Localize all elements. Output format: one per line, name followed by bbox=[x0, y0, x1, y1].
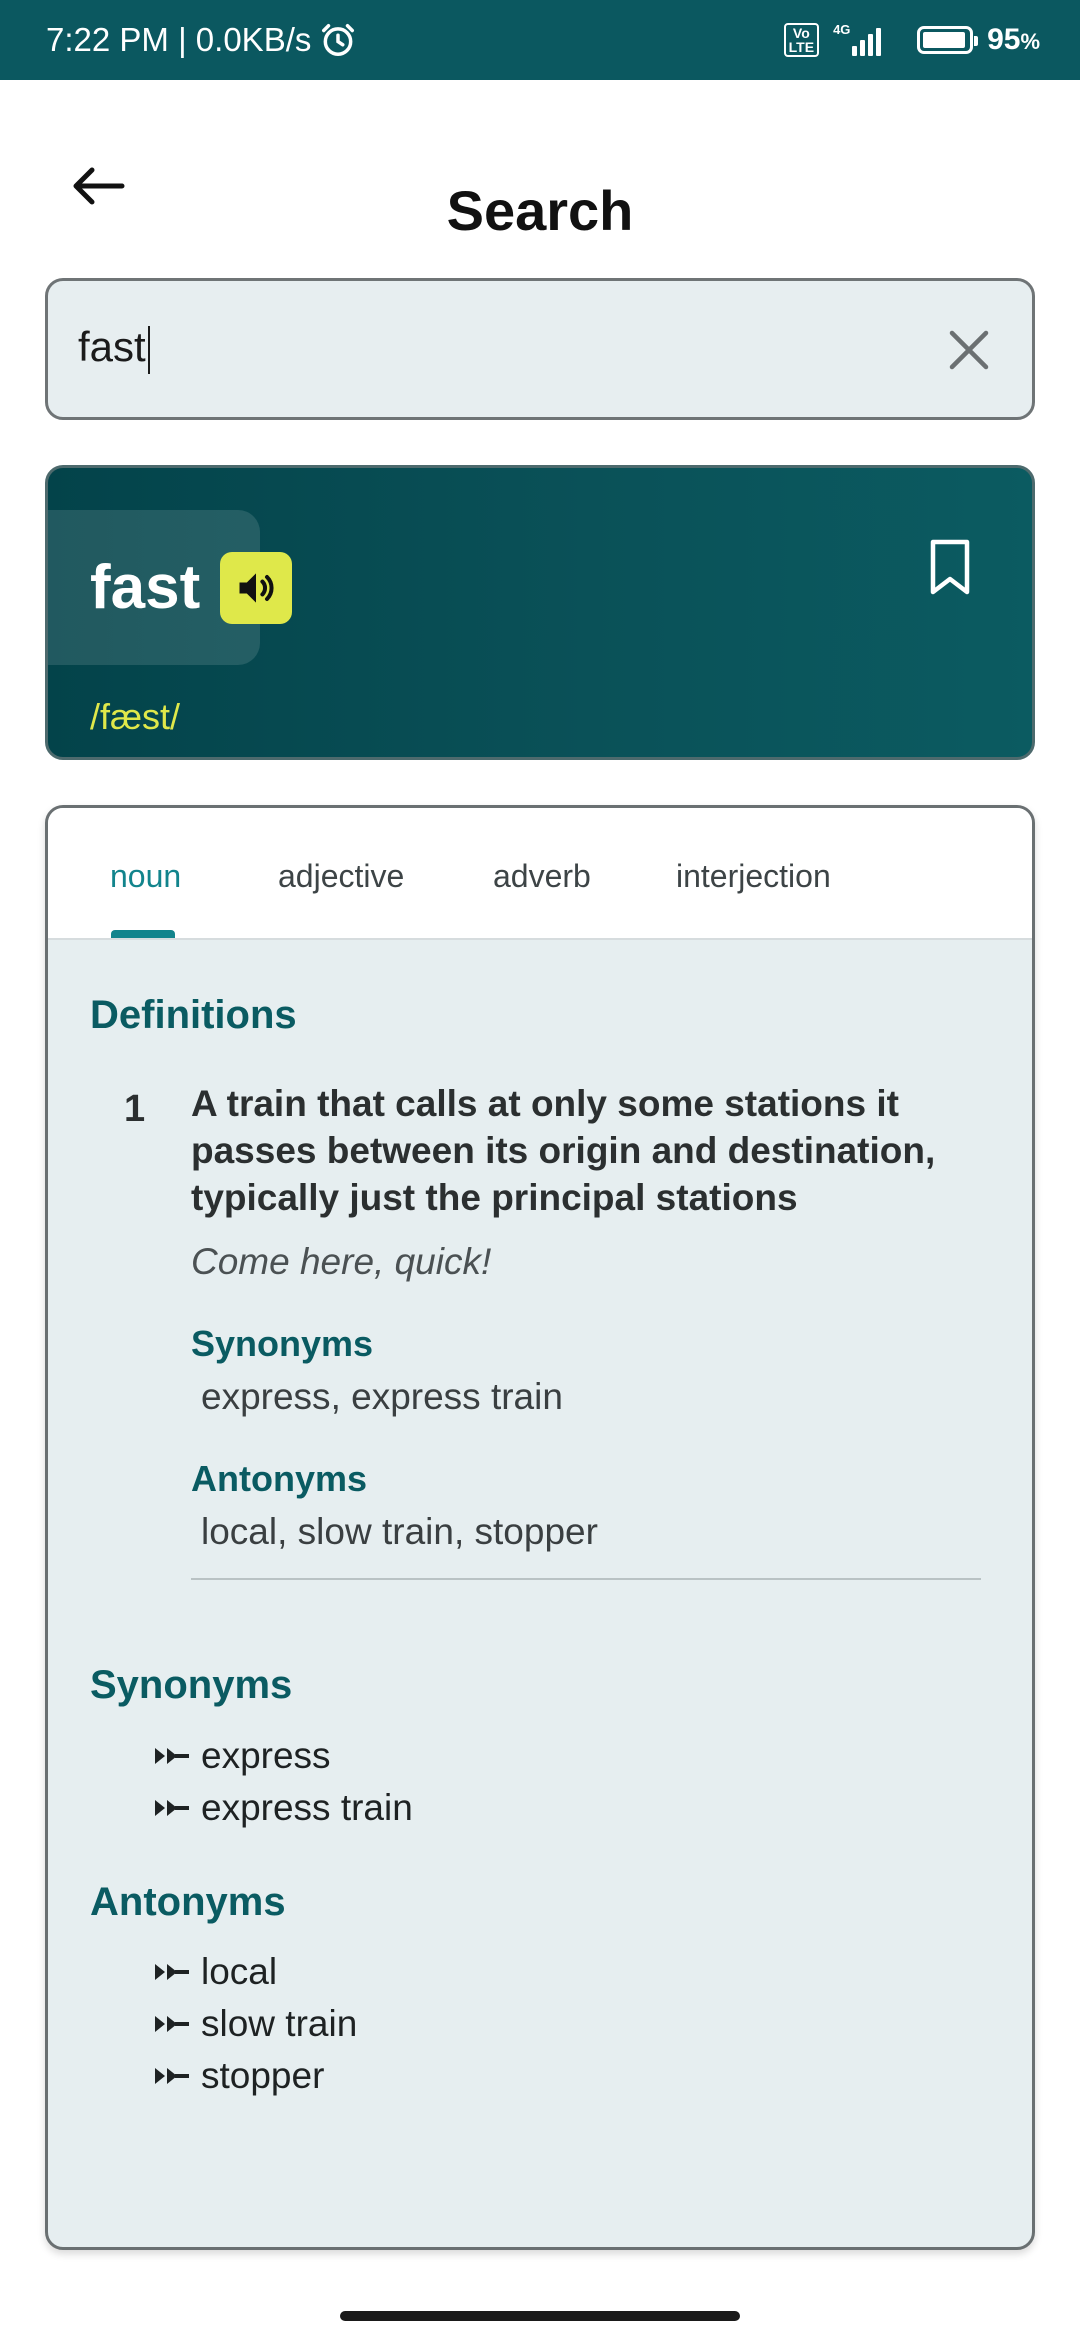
meaning-card: noun adjective adverb interjection Defin… bbox=[45, 805, 1035, 2250]
definition-synonyms-list: expressexpress train bbox=[201, 1376, 563, 1418]
synonym-text: express bbox=[201, 1735, 331, 1776]
antonym-item[interactable]: stopper bbox=[153, 2050, 357, 2102]
antonym-text: local bbox=[201, 1951, 278, 1992]
page-title: Search bbox=[446, 179, 634, 242]
status-bar: 7:22 PM | 0.0KB/s Vo LTE 4G 95% bbox=[0, 0, 1080, 80]
close-icon bbox=[949, 330, 989, 370]
definition-antonym[interactable]: local bbox=[201, 1511, 277, 1552]
antonyms-heading: Antonyms bbox=[90, 1880, 286, 1924]
definition-number: 1 bbox=[124, 1088, 146, 1130]
definition-antonym[interactable]: slow train bbox=[277, 1511, 454, 1552]
definition-example: Come here, quick! bbox=[191, 1241, 492, 1282]
antonyms-list: local slow train stopper bbox=[153, 1946, 357, 2102]
app-bar: Search bbox=[0, 80, 1080, 280]
status-right: Vo LTE 4G 95% bbox=[783, 22, 1040, 57]
tab-noun[interactable]: noun bbox=[110, 858, 181, 895]
synonyms-heading: Synonyms bbox=[90, 1663, 293, 1707]
double-arrow-icon bbox=[155, 1748, 189, 1764]
antonym-item[interactable]: slow train bbox=[153, 1998, 357, 2050]
speaker-icon bbox=[239, 573, 274, 603]
battery-percent: 95% bbox=[987, 23, 1040, 56]
alarm-icon bbox=[322, 24, 355, 56]
antonym-text: stopper bbox=[201, 2055, 325, 2096]
pronounce-button[interactable] bbox=[220, 552, 292, 624]
search-value[interactable]: fast bbox=[78, 323, 150, 374]
definition-antonyms-list: localslow trainstopper bbox=[201, 1511, 598, 1553]
double-arrow-icon bbox=[155, 2068, 189, 2084]
antonym-item[interactable]: local bbox=[153, 1946, 357, 1998]
bookmark-icon bbox=[930, 539, 970, 595]
definition-text: A train that calls at only some stations… bbox=[191, 1083, 936, 1218]
battery-fill bbox=[923, 32, 965, 48]
double-arrow-icon bbox=[155, 2016, 189, 2032]
clear-search-button[interactable] bbox=[934, 315, 1004, 385]
volte-icon: Vo LTE bbox=[783, 23, 820, 57]
signal-icon: 4G bbox=[833, 22, 903, 56]
status-left: 7:22 PM | 0.0KB/s bbox=[46, 21, 357, 59]
word-title: fast bbox=[90, 553, 201, 622]
bookmark-button[interactable] bbox=[920, 532, 980, 602]
text-cursor bbox=[147, 325, 150, 374]
network-type: 4G bbox=[833, 22, 851, 37]
synonym-item[interactable]: express bbox=[153, 1730, 413, 1782]
definition-antonym[interactable]: stopper bbox=[454, 1511, 598, 1552]
battery-icon bbox=[917, 26, 979, 54]
synonym-item[interactable]: express train bbox=[153, 1782, 413, 1834]
search-input[interactable]: fast bbox=[45, 278, 1035, 420]
tab-interjection[interactable]: interjection bbox=[676, 858, 831, 895]
status-time: 7:22 PM | 0.0KB/s bbox=[46, 21, 312, 58]
part-of-speech-tabs: noun adjective adverb interjection bbox=[48, 808, 1032, 940]
word-card: fast /fæst/ bbox=[45, 465, 1035, 760]
phonetic-text: /fæst/ bbox=[90, 696, 181, 737]
tab-adverb[interactable]: adverb bbox=[493, 858, 591, 895]
definitions-heading: Definitions bbox=[90, 993, 297, 1037]
tab-indicator bbox=[111, 930, 175, 938]
tab-adjective[interactable]: adjective bbox=[278, 858, 404, 895]
definition-synonyms-label: Synonyms bbox=[191, 1323, 374, 1364]
definition-divider bbox=[191, 1578, 981, 1580]
definition-synonym[interactable]: express bbox=[201, 1376, 331, 1417]
antonym-text: slow train bbox=[201, 2003, 358, 2044]
definition-antonyms-label: Antonyms bbox=[191, 1458, 368, 1499]
double-arrow-icon bbox=[155, 1964, 189, 1980]
definition-synonym[interactable]: express train bbox=[331, 1376, 563, 1417]
double-arrow-icon bbox=[155, 1800, 189, 1816]
home-indicator[interactable] bbox=[340, 2311, 740, 2321]
synonyms-list: express express train bbox=[153, 1730, 413, 1834]
synonym-text: express train bbox=[201, 1787, 413, 1828]
